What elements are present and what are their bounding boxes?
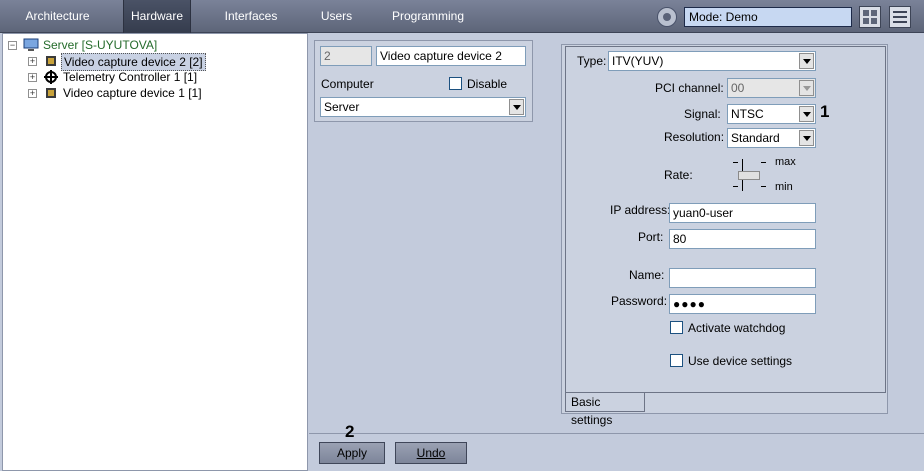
resolution-select-value: Standard [731,131,780,145]
rate-min-label: min [775,181,793,193]
type-label: Type: [577,54,607,68]
device-id-field: 2 [320,46,372,66]
computer-icon [23,38,39,51]
pci-channel-value: 00 [731,81,745,95]
expand-icon[interactable]: + [28,57,37,66]
slider-tick [761,162,766,163]
computer-select-value: Server [324,100,360,114]
device-header-panel: 2 Video capture device 2 Computer Disabl… [314,40,533,122]
computer-select[interactable]: Server [320,97,526,117]
use-device-settings-label: Use device settings [688,354,793,368]
use-device-settings-checkbox[interactable] [670,354,683,367]
pci-channel-label: PCI channel: [655,81,724,95]
chevron-down-icon[interactable] [799,53,814,69]
tree-item-telemetry-controller[interactable]: + Telemetry Controller 1 [1] [28,69,228,85]
tree-item-video-capture-1[interactable]: + Video capture device 1 [1] [28,85,228,101]
port-label: Port: [638,230,664,244]
chevron-down-icon[interactable] [799,130,814,146]
slider-tick [733,162,738,163]
layout-grid-icon[interactable] [859,6,881,28]
ip-address-label: IP address: [610,203,671,217]
callout-2: 2 [345,422,355,441]
port-field[interactable]: 80 [669,229,816,249]
signal-label: Signal: [684,107,721,121]
resolution-label: Resolution: [664,130,725,144]
undo-button[interactable]: Undo [395,442,467,464]
signal-select-value: NTSC [731,107,764,121]
top-navigation-bar: Architecture Hardware Interfaces Users P… [0,0,924,33]
expand-icon[interactable]: + [28,73,37,82]
device-name-field[interactable]: Video capture device 2 [376,46,526,66]
chip-icon [44,87,58,99]
tree-item-video-capture-2[interactable]: + Video capture device 2 [2] [28,53,228,71]
tree-root-label: Server [S-UYUTOVA] [43,38,158,52]
tab-basic-settings[interactable]: Basic settings [565,393,645,427]
callout-1: 1 [820,102,830,121]
collapse-icon[interactable]: − [8,41,17,50]
tree-root-server[interactable]: − Server [S-UYUTOVA] [8,37,208,53]
type-select-value: ITV(YUV) [612,54,664,68]
password-field[interactable]: ●●●● [669,294,816,314]
password-label: Password: [611,294,668,308]
tab-programming[interactable]: Programming [385,0,471,33]
rate-label: Rate: [664,168,693,182]
disable-checkbox[interactable] [449,77,462,90]
slider-tick [733,186,738,187]
menu-list-icon[interactable] [889,6,911,28]
rate-max-label: max [775,156,796,168]
mode-indicator: Mode: Demo [684,7,852,27]
chip-icon [44,55,58,67]
telemetry-icon [44,70,58,84]
activate-watchdog-label: Activate watchdog [688,321,786,335]
name-label: Name: [629,268,665,282]
rate-slider-thumb[interactable] [738,171,760,180]
hardware-tree: − Server [S-UYUTOVA] + Video capture dev… [2,33,308,471]
tab-architecture[interactable]: Architecture [10,0,105,33]
chevron-down-icon[interactable] [799,106,814,122]
chevron-down-icon [799,80,814,96]
signal-select[interactable]: NTSC [727,104,816,124]
tab-hardware[interactable]: Hardware [123,0,191,33]
computer-label: Computer [321,77,374,91]
chevron-down-icon[interactable] [509,99,524,115]
ip-address-field[interactable]: yuan0-user [669,203,816,223]
resolution-select[interactable]: Standard [727,128,816,148]
pci-channel-select: 00 [727,78,816,98]
apply-button[interactable]: Apply [319,442,385,464]
gear-icon[interactable] [657,7,677,27]
disable-label: Disable [467,77,508,91]
tab-interfaces[interactable]: Interfaces [215,0,287,33]
tab-users[interactable]: Users [309,0,364,33]
tree-item-label: Telemetry Controller 1 [1] [63,70,198,84]
activate-watchdog-checkbox[interactable] [670,321,683,334]
tree-item-label: Video capture device 1 [1] [63,86,202,100]
name-field[interactable] [669,268,816,288]
slider-tick [761,186,766,187]
type-select[interactable]: ITV(YUV) [608,51,816,71]
expand-icon[interactable]: + [28,89,37,98]
